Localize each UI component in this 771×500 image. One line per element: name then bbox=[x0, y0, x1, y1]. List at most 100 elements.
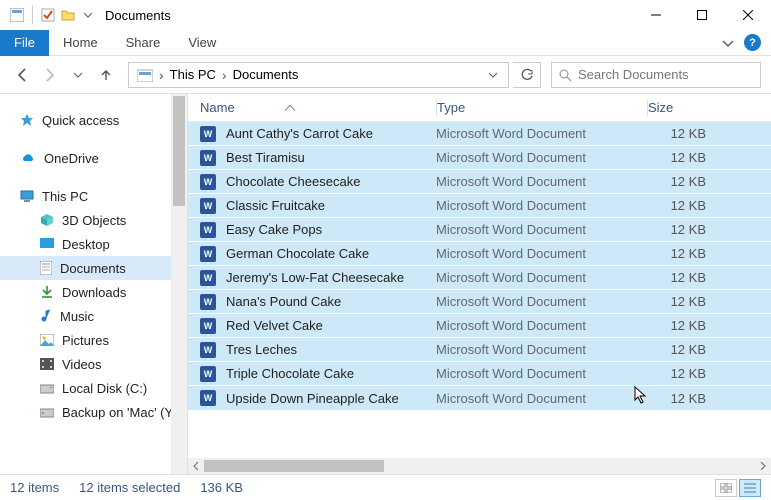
tab-home[interactable]: Home bbox=[49, 30, 112, 56]
navigation-pane: Quick access OneDrive This PC 3D Objects… bbox=[0, 94, 188, 474]
nav-3d-objects[interactable]: 3D Objects bbox=[0, 208, 187, 232]
word-file-icon: W bbox=[200, 222, 216, 238]
nav-label: Videos bbox=[62, 357, 102, 372]
nav-backup-drive[interactable]: Backup on 'Mac' (Y:) bbox=[0, 400, 187, 424]
word-file-icon: W bbox=[200, 366, 216, 382]
address-dropdown-icon[interactable] bbox=[482, 70, 504, 80]
scroll-left-icon[interactable] bbox=[188, 458, 204, 474]
nav-label: Pictures bbox=[62, 333, 109, 348]
up-button[interactable] bbox=[94, 63, 118, 87]
sort-asc-icon bbox=[285, 105, 295, 111]
star-icon bbox=[20, 113, 34, 127]
file-name: Aunt Cathy's Carrot Cake bbox=[226, 126, 436, 141]
file-row[interactable]: WBest TiramisuMicrosoft Word Document12 … bbox=[188, 146, 771, 170]
window-title: Documents bbox=[105, 8, 171, 23]
file-row[interactable]: WClassic FruitcakeMicrosoft Word Documen… bbox=[188, 194, 771, 218]
cloud-icon bbox=[20, 152, 36, 164]
close-button[interactable] bbox=[725, 0, 771, 30]
word-file-icon: W bbox=[200, 174, 216, 190]
column-size[interactable]: Size bbox=[648, 100, 771, 115]
file-name: Red Velvet Cake bbox=[226, 318, 436, 333]
nav-label: This PC bbox=[42, 189, 88, 204]
tab-view[interactable]: View bbox=[174, 30, 230, 56]
tab-share[interactable]: Share bbox=[112, 30, 175, 56]
file-row[interactable]: WJeremy's Low-Fat CheesecakeMicrosoft Wo… bbox=[188, 266, 771, 290]
nav-quick-access[interactable]: Quick access bbox=[0, 108, 187, 132]
column-type[interactable]: Type bbox=[437, 100, 647, 115]
file-row[interactable]: WNana's Pound CakeMicrosoft Word Documen… bbox=[188, 290, 771, 314]
video-icon bbox=[40, 358, 54, 370]
view-thumbnails-button[interactable] bbox=[715, 479, 737, 497]
nav-videos[interactable]: Videos bbox=[0, 352, 187, 376]
nav-label: Quick access bbox=[42, 113, 119, 128]
ribbon-expand-icon[interactable] bbox=[722, 37, 734, 49]
disk-icon bbox=[40, 382, 54, 394]
file-size: 12 KB bbox=[646, 294, 706, 309]
nav-music[interactable]: Music bbox=[0, 304, 187, 328]
file-name: Tres Leches bbox=[226, 342, 436, 357]
file-size: 12 KB bbox=[646, 270, 706, 285]
nav-pictures[interactable]: Pictures bbox=[0, 328, 187, 352]
tab-file[interactable]: File bbox=[0, 30, 49, 56]
search-placeholder: Search Documents bbox=[578, 67, 689, 82]
navpane-scrollbar[interactable] bbox=[171, 94, 187, 474]
word-file-icon: W bbox=[200, 126, 216, 142]
app-icon bbox=[8, 6, 26, 24]
file-name: Easy Cake Pops bbox=[226, 222, 436, 237]
file-name: German Chocolate Cake bbox=[226, 246, 436, 261]
word-file-icon: W bbox=[200, 294, 216, 310]
scroll-right-icon[interactable] bbox=[755, 458, 771, 474]
file-row[interactable]: WTriple Chocolate CakeMicrosoft Word Doc… bbox=[188, 362, 771, 386]
file-row[interactable]: WAunt Cathy's Carrot CakeMicrosoft Word … bbox=[188, 122, 771, 146]
refresh-button[interactable] bbox=[513, 62, 541, 88]
minimize-button[interactable] bbox=[633, 0, 679, 30]
qat-newfolder-icon[interactable] bbox=[59, 6, 77, 24]
file-size: 12 KB bbox=[646, 174, 706, 189]
crumb-this-pc[interactable]: This PC bbox=[166, 67, 220, 82]
nav-label: Desktop bbox=[62, 237, 110, 252]
search-input[interactable]: Search Documents bbox=[551, 62, 761, 88]
word-file-icon: W bbox=[200, 246, 216, 262]
nav-label: OneDrive bbox=[44, 151, 99, 166]
crumb-documents[interactable]: Documents bbox=[229, 67, 303, 82]
column-name[interactable]: Name bbox=[200, 100, 436, 115]
nav-documents[interactable]: Documents bbox=[0, 256, 187, 280]
nav-onedrive[interactable]: OneDrive bbox=[0, 146, 187, 170]
scrollbar-thumb[interactable] bbox=[204, 460, 384, 472]
file-name: Best Tiramisu bbox=[226, 150, 436, 165]
nav-this-pc[interactable]: This PC bbox=[0, 184, 187, 208]
back-button[interactable] bbox=[10, 63, 34, 87]
nav-local-disk[interactable]: Local Disk (C:) bbox=[0, 376, 187, 400]
file-type: Microsoft Word Document bbox=[436, 294, 646, 309]
file-row[interactable]: WGerman Chocolate CakeMicrosoft Word Doc… bbox=[188, 242, 771, 266]
word-file-icon: W bbox=[200, 198, 216, 214]
maximize-button[interactable] bbox=[679, 0, 725, 30]
qat-properties-icon[interactable] bbox=[39, 6, 57, 24]
file-size: 12 KB bbox=[646, 246, 706, 261]
crumb-sep bbox=[220, 67, 229, 83]
forward-button[interactable] bbox=[38, 63, 62, 87]
file-size: 12 KB bbox=[646, 222, 706, 237]
horizontal-scrollbar[interactable] bbox=[188, 458, 771, 474]
file-size: 12 KB bbox=[646, 126, 706, 141]
nav-desktop[interactable]: Desktop bbox=[0, 232, 187, 256]
file-row[interactable]: W Easy Cake PopsMicrosoft Word Document12… bbox=[188, 218, 771, 242]
file-type: Microsoft Word Document bbox=[436, 222, 646, 237]
word-file-icon: W bbox=[200, 318, 216, 334]
cube-icon bbox=[40, 213, 54, 227]
file-row[interactable]: WChocolate CheesecakeMicrosoft Word Docu… bbox=[188, 170, 771, 194]
nav-downloads[interactable]: Downloads bbox=[0, 280, 187, 304]
view-details-button[interactable] bbox=[739, 479, 761, 497]
file-row[interactable]: WRed Velvet CakeMicrosoft Word Document1… bbox=[188, 314, 771, 338]
qat-dropdown-icon[interactable] bbox=[79, 6, 97, 24]
file-row[interactable]: WUpside Down Pineapple CakeMicrosoft Wor… bbox=[188, 386, 771, 410]
recent-dropdown-icon[interactable] bbox=[66, 63, 90, 87]
nav-label: Local Disk (C:) bbox=[62, 381, 147, 396]
help-button[interactable]: ? bbox=[744, 34, 761, 51]
file-row[interactable]: WTres LechesMicrosoft Word Document12 KB bbox=[188, 338, 771, 362]
scrollbar-thumb[interactable] bbox=[173, 96, 185, 206]
file-name: Triple Chocolate Cake bbox=[226, 366, 436, 381]
folder-icon bbox=[133, 68, 157, 82]
file-type: Microsoft Word Document bbox=[436, 150, 646, 165]
address-bar[interactable]: This PC Documents bbox=[128, 62, 509, 88]
